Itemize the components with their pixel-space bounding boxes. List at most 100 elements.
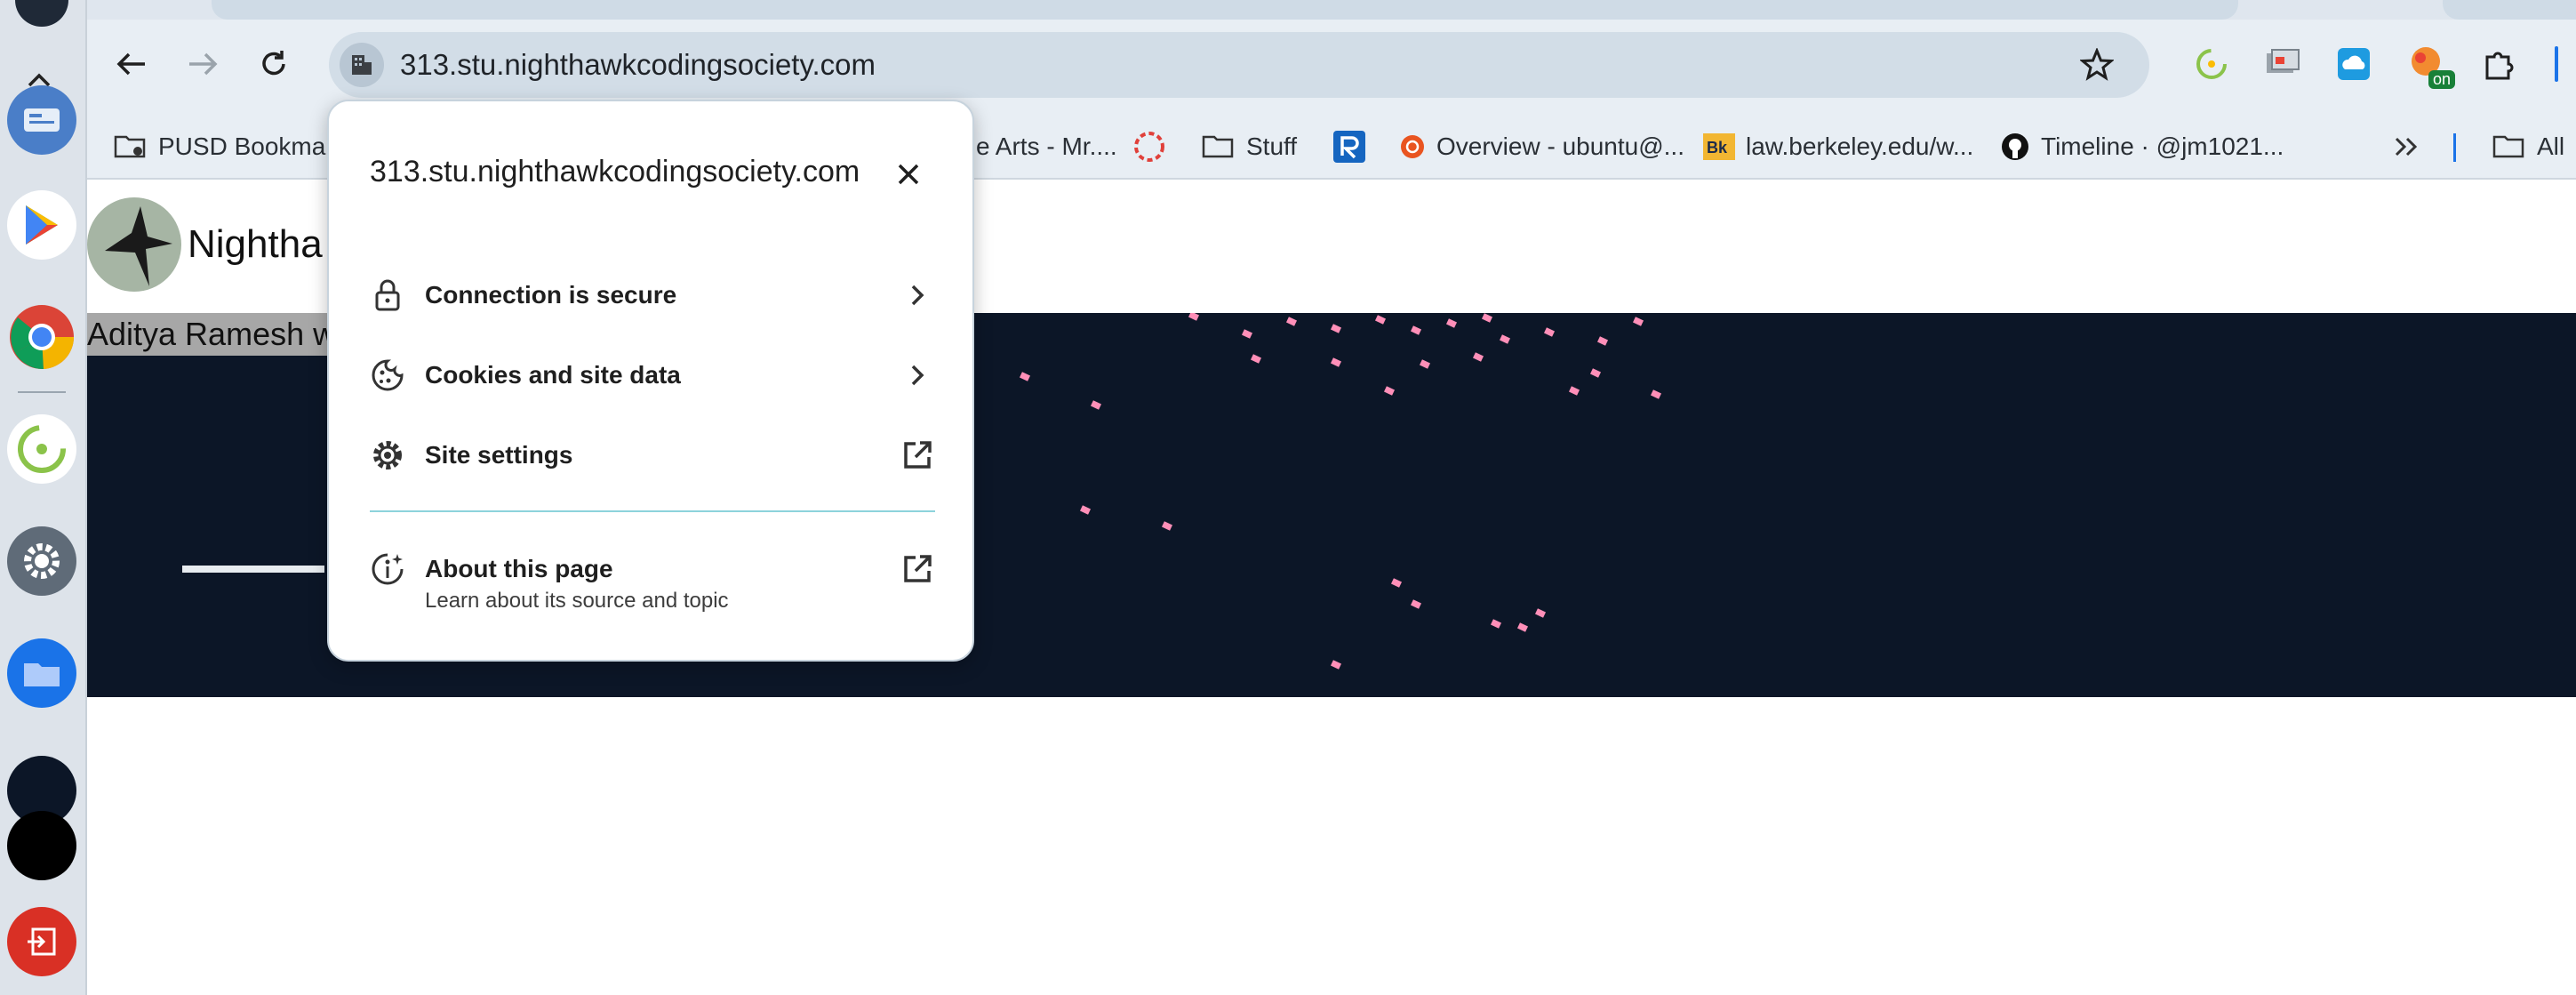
progress-line [182,566,324,573]
files-app-icon[interactable] [7,638,76,708]
bookmark-pusd[interactable]: PUSD Bookmar [114,116,334,178]
gear-icon [370,437,405,473]
site-info-popup: 313.stu.nighthawkcodingsociety.com Conne… [327,100,974,662]
confetti-piece [1568,386,1580,396]
cookie-icon [370,357,405,393]
confetti-piece [1019,372,1031,381]
bookmark-label: law.berkeley.edu/w... [1746,132,1974,160]
r-logo-icon [1333,131,1365,163]
more-bookmarks-icon[interactable] [2393,116,2420,178]
popup-title: 313.stu.nighthawkcodingsociety.com [370,155,860,189]
lock-icon [370,277,405,313]
confetti-piece [1090,400,1102,410]
confetti-piece [1650,389,1662,399]
ubuntu-icon [1399,133,1426,160]
reload-icon[interactable] [247,37,300,91]
window-thumbnail-2[interactable] [7,811,76,880]
bookmarks-divider [2453,133,2456,162]
os-shelf [0,0,87,995]
folder-icon [1202,133,1236,160]
extensions-puzzle-icon[interactable] [2476,41,2523,87]
github-icon [2000,132,2030,162]
extension-badge: on [2428,70,2455,89]
bookmark-r[interactable] [1333,116,1376,178]
sign-out-icon[interactable] [7,907,76,976]
tab-active[interactable] [212,0,2238,20]
bookmark-arts[interactable]: e Arts - Mr.... [976,116,1117,178]
confetti-piece [1516,622,1529,632]
confetti-piece [1330,660,1342,670]
shelf-divider [18,391,66,393]
caption-text: Aditya Ramesh w [87,313,344,356]
forward-icon[interactable] [176,37,229,91]
cookies-row[interactable]: Cookies and site data [370,343,935,407]
news-app-icon[interactable] [7,85,76,155]
open-external-icon [900,437,935,473]
play-store-icon[interactable] [7,190,76,260]
site-settings-row[interactable]: Site settings [370,423,935,487]
confetti-piece [1419,359,1431,369]
screencast-extension-icon[interactable] [2260,41,2306,87]
timer-extension-icon[interactable] [2188,41,2235,87]
confetti-piece [1534,608,1547,618]
confetti-piece [1410,325,1422,335]
site-settings-label: Site settings [425,441,573,469]
timer-app-icon[interactable] [7,414,76,484]
popup-separator [370,510,935,512]
bookmark-all[interactable]: All [2492,116,2564,178]
url-text[interactable]: 313.stu.nighthawkcodingsociety.com [400,32,876,98]
confetti-piece [1188,313,1200,321]
on-extension-icon[interactable]: on [2405,41,2455,89]
bookmark-label: Overview - ubuntu@... [1436,132,1684,160]
folder-icon [2492,133,2526,160]
tab-other[interactable] [2443,0,2576,20]
close-icon[interactable] [884,149,933,199]
open-external-icon [900,551,935,587]
connection-label: Connection is secure [425,281,677,309]
bookmark-label: Stuff [1246,132,1298,160]
tab-strip [87,0,2576,20]
bookmark-overview[interactable]: Overview - ubuntu@... [1399,116,1684,178]
bookmark-berkeley[interactable]: Bk law.berkeley.edu/w... [1703,116,1973,178]
connection-row[interactable]: Connection is secure [370,263,935,327]
confetti-piece [1161,521,1173,531]
about-label: About this page [425,555,613,582]
confetti-piece [1481,313,1493,323]
confetti-piece [1241,329,1253,339]
chrome-icon[interactable] [7,302,76,372]
chevron-right-icon [900,277,935,313]
confetti-piece [1330,357,1342,367]
bookmark-timeline[interactable]: Timeline · @jm1021... [2000,116,2284,178]
confetti-piece [1499,334,1511,344]
svg-text:Bk: Bk [1707,139,1728,156]
confetti-piece [1596,336,1609,346]
bookmark-circle[interactable] [1132,116,1177,178]
confetti-piece [1250,354,1262,364]
launcher-button[interactable] [15,0,68,27]
site-brand[interactable]: Nightha [188,222,323,267]
bookmark-star-icon[interactable] [2079,47,2115,82]
site-info-icon[interactable] [340,43,384,87]
bookmark-stuff[interactable]: Stuff [1202,116,1297,178]
address-bar[interactable]: 313.stu.nighthawkcodingsociety.com [329,32,2149,98]
confetti-piece [1383,386,1396,396]
bk-icon: Bk [1703,133,1735,160]
back-icon[interactable] [105,37,158,91]
nighthawk-logo[interactable] [87,197,181,292]
cookies-label: Cookies and site data [425,361,681,389]
confetti-piece [1410,599,1422,609]
settings-app-icon[interactable] [7,526,76,596]
confetti-piece [1390,578,1403,588]
bookmark-label: Timeline · @jm1021... [2041,132,2284,160]
dotted-circle-icon [1132,130,1166,164]
cloud-extension-icon[interactable] [2331,41,2377,87]
about-subtext: Learn about its source and topic [425,589,729,613]
bookmark-label: All [2537,132,2565,160]
profile-edge[interactable] [2555,46,2558,82]
about-info-icon [370,551,405,587]
confetti-piece [1632,317,1644,326]
bookmark-label: PUSD Bookmar [158,132,334,160]
confetti-piece [1330,324,1342,333]
confetti-piece [1490,619,1502,629]
confetti-piece [1589,368,1602,378]
